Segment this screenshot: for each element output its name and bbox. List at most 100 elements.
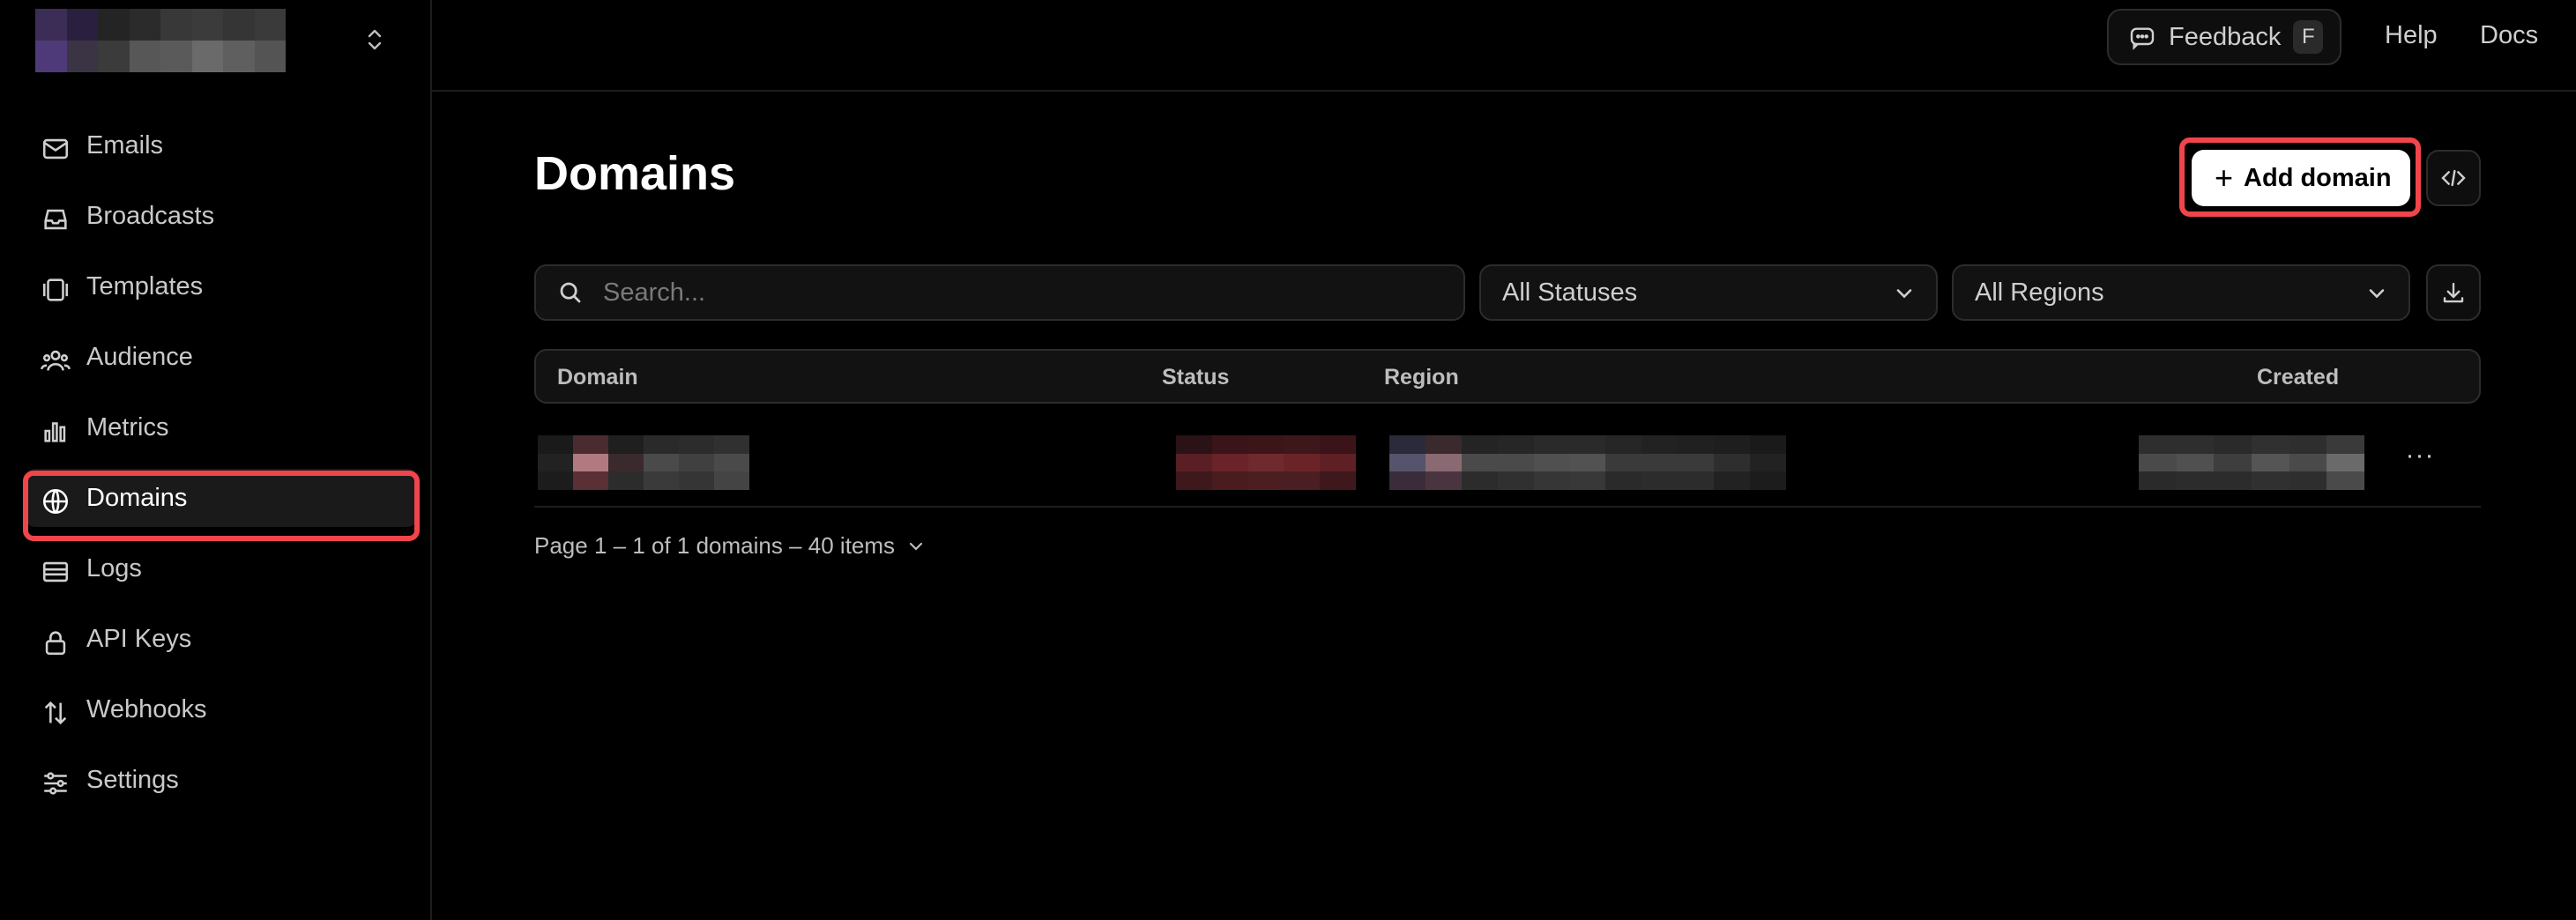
region-filter-select[interactable]: All Regions [1952, 264, 2410, 321]
sidebar-item-domains[interactable]: Domains [25, 469, 418, 527]
table-row[interactable] [534, 418, 2481, 508]
sidebar-item-label: Emails [86, 130, 164, 160]
column-header-domain[interactable]: Domain [557, 365, 638, 390]
redacted-pixel [1320, 453, 1356, 472]
sidebar-item-settings[interactable]: Settings [25, 751, 418, 809]
logo-pixel [254, 41, 286, 72]
redacted-pixel [538, 471, 573, 490]
logo-pixel [35, 9, 67, 41]
redacted-pixel [1605, 453, 1642, 472]
chevron-down-icon [1892, 281, 1917, 306]
api-code-button[interactable] [2426, 150, 2481, 206]
page-title: Domains [534, 147, 736, 200]
logo-pixel [160, 9, 192, 41]
sidebar-item-webhooks[interactable]: Webhooks [25, 680, 418, 738]
redacted-pixel [1284, 453, 1321, 472]
redacted-pixel [679, 453, 714, 472]
add-domain-button[interactable]: + Add domain [2192, 150, 2410, 206]
redacted-pixel [573, 471, 608, 490]
redacted-pixel [2327, 471, 2364, 490]
sidebar-item-templates[interactable]: Templates [25, 257, 418, 315]
redacted-pixel [2214, 435, 2252, 454]
sidebar: Emails Broadcasts Templates Audience Met… [0, 0, 432, 920]
status-filter-select[interactable]: All Statuses [1479, 264, 1938, 321]
column-header-status[interactable]: Status [1162, 365, 1229, 390]
pagination-control[interactable]: Page 1 – 1 of 1 domains – 40 items [534, 532, 927, 560]
search-input[interactable] [601, 277, 1398, 308]
redacted-pixel [1533, 435, 1570, 454]
redacted-pixel [1211, 453, 1248, 472]
redacted-pixel [1320, 435, 1356, 454]
export-button[interactable] [2426, 264, 2481, 321]
column-header-created[interactable]: Created [2257, 365, 2339, 390]
sidebar-item-api-keys[interactable]: API Keys [25, 610, 418, 668]
redacted-pixel [1605, 471, 1642, 490]
redacted-pixel [2139, 453, 2177, 472]
chat-bubble-icon [2128, 23, 2156, 51]
logo-pixel [35, 41, 67, 72]
sidebar-item-label: Settings [86, 765, 179, 794]
redacted-pixel [1642, 435, 1679, 454]
logo-pixel [160, 41, 192, 72]
logs-icon [41, 557, 71, 587]
row-actions-menu-button[interactable]: ··· [2400, 435, 2440, 476]
redacted-domain-name[interactable] [538, 435, 749, 490]
redacted-pixel [1211, 471, 1248, 490]
redacted-created-date [2139, 435, 2364, 490]
search-field[interactable] [534, 264, 1465, 321]
redacted-pixel [1569, 435, 1606, 454]
redacted-pixel [1247, 453, 1284, 472]
workspace-switcher-chevrons-icon[interactable] [360, 25, 390, 55]
logo-pixel [129, 9, 160, 41]
sidebar-item-audience[interactable]: Audience [25, 328, 418, 386]
plus-icon: + [2215, 160, 2234, 196]
redacted-pixel [2252, 435, 2289, 454]
redacted-pixel [1678, 435, 1715, 454]
redacted-pixel [644, 453, 679, 472]
redacted-pixel [1389, 435, 1426, 454]
redacted-pixel [1425, 453, 1462, 472]
logo-pixel [129, 41, 160, 72]
sidebar-item-label: API Keys [86, 624, 192, 653]
sidebar-item-emails[interactable]: Emails [25, 116, 418, 174]
logo-pixel [66, 41, 98, 72]
inbox-icon [41, 204, 71, 234]
redacted-pixel [2176, 471, 2215, 490]
sidebar-item-broadcasts[interactable]: Broadcasts [25, 187, 418, 245]
redacted-pixel [1320, 471, 1356, 490]
logo-pixel [254, 9, 286, 41]
settings-sliders-icon [41, 768, 71, 798]
redacted-pixel [1569, 453, 1606, 472]
feedback-label: Feedback [2169, 22, 2282, 51]
docs-link[interactable]: Docs [2480, 21, 2538, 50]
redacted-region [1389, 435, 1786, 490]
lock-icon [41, 627, 71, 657]
redacted-pixel [608, 471, 644, 490]
redacted-pixel [538, 435, 573, 454]
redacted-pixel [679, 435, 714, 454]
search-icon [557, 279, 584, 306]
redacted-pixel [573, 453, 608, 472]
logo-pixel [66, 9, 98, 41]
redacted-pixel [2289, 471, 2327, 490]
redacted-pixel [1533, 453, 1570, 472]
redacted-pixel [2327, 435, 2364, 454]
workspace-avatar[interactable] [35, 9, 286, 72]
feedback-button[interactable]: Feedback F [2107, 9, 2341, 65]
sidebar-item-metrics[interactable]: Metrics [25, 398, 418, 456]
redacted-pixel [1461, 435, 1498, 454]
sidebar-nav: Emails Broadcasts Templates Audience Met… [25, 116, 418, 821]
logo-pixel [191, 9, 223, 41]
column-header-region[interactable]: Region [1384, 365, 1459, 390]
help-link[interactable]: Help [2385, 21, 2438, 50]
sidebar-item-label: Audience [86, 342, 193, 371]
pagination-label: Page 1 – 1 of 1 domains – 40 items [534, 532, 896, 559]
redacted-pixel [2327, 453, 2364, 472]
redacted-pixel [1714, 471, 1751, 490]
bar-chart-icon [41, 416, 71, 446]
sidebar-item-label: Metrics [86, 412, 169, 441]
download-icon [2440, 279, 2467, 306]
redacted-pixel [2214, 453, 2252, 472]
redacted-pixel [1714, 453, 1751, 472]
sidebar-item-logs[interactable]: Logs [25, 539, 418, 597]
